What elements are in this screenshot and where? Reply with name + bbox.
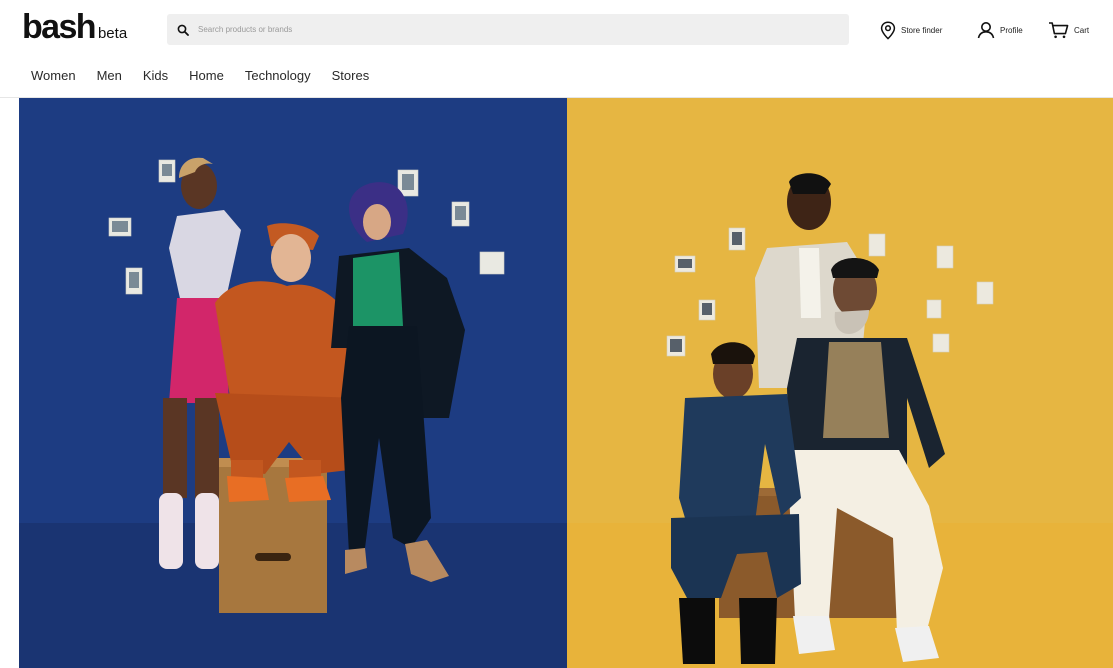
store-finder-label: Store finder	[901, 25, 943, 35]
search-input[interactable]	[198, 25, 798, 34]
nav-item-stores[interactable]: Stores	[332, 67, 370, 85]
brand-name: bash	[22, 8, 97, 46]
search-bar[interactable]	[167, 14, 849, 45]
main-nav: Women Men Kids Home Technology Stores	[31, 67, 390, 85]
hero-panel-yellow[interactable]	[567, 98, 1113, 668]
cart-icon	[1049, 22, 1069, 39]
nav-item-men[interactable]: Men	[97, 67, 122, 85]
nav-item-kids[interactable]: Kids	[143, 67, 168, 85]
store-finder-link[interactable]: Store finder	[880, 18, 942, 42]
nav-item-home[interactable]: Home	[189, 67, 224, 85]
hero-panel-blue[interactable]	[19, 98, 567, 668]
hero-image-blue	[19, 98, 567, 668]
hero-banner[interactable]	[19, 98, 1113, 668]
user-icon	[977, 22, 995, 39]
cart-link[interactable]: Cart	[1048, 18, 1089, 42]
profile-link[interactable]: Profile	[977, 18, 1023, 42]
brand-logo[interactable]: bash beta	[22, 8, 127, 46]
nav-item-women[interactable]: Women	[31, 67, 76, 85]
location-pin-icon	[880, 20, 896, 40]
hero-image-yellow	[567, 98, 1113, 668]
cart-label: Cart	[1074, 25, 1090, 35]
brand-tag: beta	[97, 25, 128, 42]
search-icon	[177, 24, 189, 36]
nav-item-technology[interactable]: Technology	[245, 67, 311, 85]
site-header: bash beta Store finder Profile Cart W	[0, 0, 1113, 98]
profile-label: Profile	[1000, 25, 1023, 35]
